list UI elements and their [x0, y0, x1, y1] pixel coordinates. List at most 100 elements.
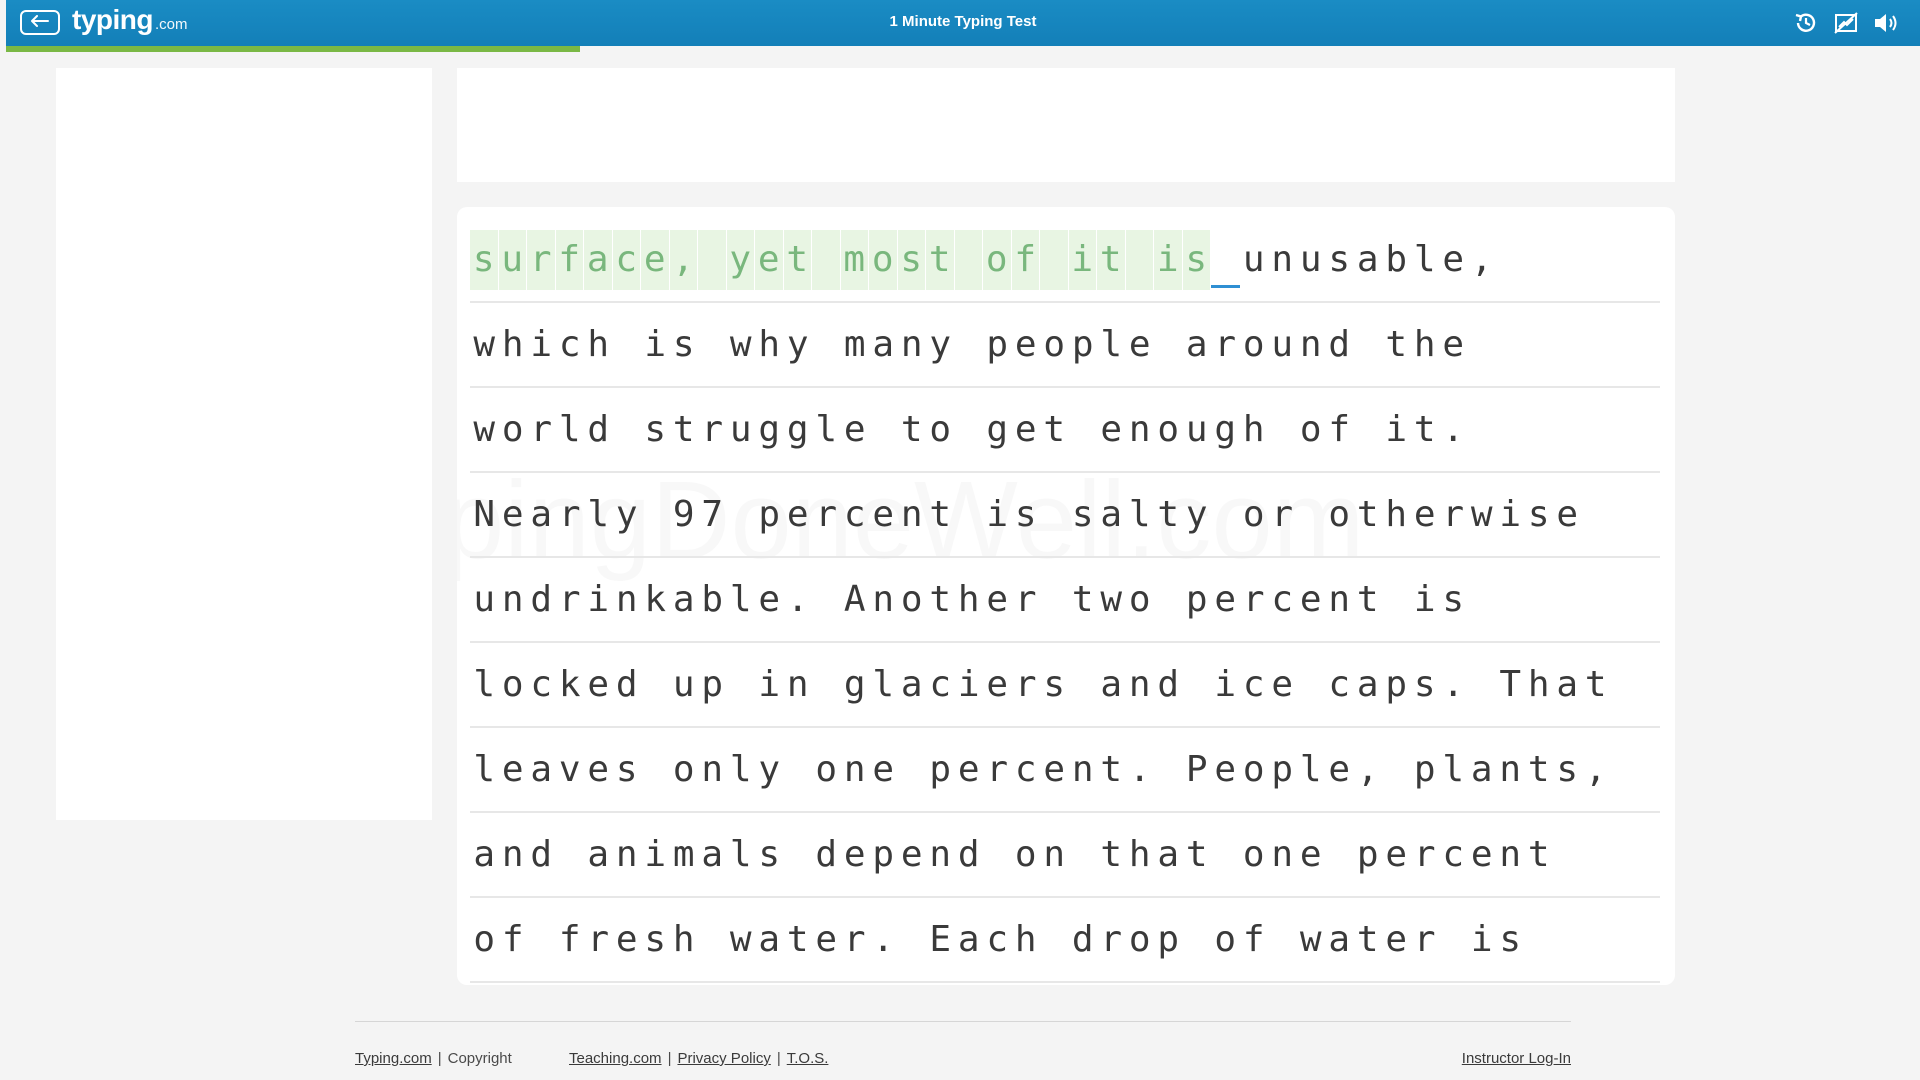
left-ad-panel: [56, 68, 432, 820]
pending-char: e: [843, 408, 866, 450]
pending-char: p: [701, 663, 724, 705]
pending-char: w: [1299, 918, 1322, 960]
pending-char: n: [872, 578, 895, 620]
footer-divider: [355, 1021, 1571, 1022]
pending-char: k: [644, 578, 667, 620]
pending-char: n: [1271, 833, 1294, 875]
typed-char: y: [726, 229, 755, 290]
pending-char: y: [1185, 493, 1208, 535]
pending-char: c: [558, 323, 581, 365]
pending-char: o: [1157, 408, 1180, 450]
text-line: which is why many people around the: [470, 303, 1660, 388]
pending-char: [1211, 825, 1240, 885]
pending-char: N: [473, 493, 496, 535]
pending-char: r: [815, 493, 838, 535]
pending-char: [613, 315, 642, 375]
pending-char: l: [1100, 323, 1123, 365]
typed-char: f: [555, 229, 584, 290]
pending-char: [1382, 740, 1411, 800]
pending-char: [1211, 485, 1240, 545]
pending-char: l: [1442, 748, 1465, 790]
page-title: 1 Minute Typing Test: [889, 13, 1037, 30]
pending-char: n: [615, 833, 638, 875]
pending-char: [613, 400, 642, 460]
pending-char: t: [1157, 493, 1180, 535]
pending-char: a: [900, 663, 923, 705]
history-icon[interactable]: [1792, 9, 1820, 37]
pending-char: [1468, 655, 1497, 715]
header-icons: [1792, 9, 1900, 37]
pending-char: n: [1271, 238, 1294, 280]
pending-char: p: [929, 748, 952, 790]
pending-char: s: [1071, 493, 1094, 535]
pending-char: h: [587, 323, 610, 365]
pending-char: e: [587, 748, 610, 790]
pending-char: r: [701, 408, 724, 450]
instructor-login-link[interactable]: Instructor Log-In: [1462, 1050, 1571, 1067]
pending-char: i: [1413, 578, 1436, 620]
pending-char: o: [501, 408, 524, 450]
privacy-policy-link[interactable]: Privacy Policy: [677, 1050, 770, 1067]
pending-char: n: [900, 493, 923, 535]
pending-char: [1069, 400, 1098, 460]
pending-char: [1183, 655, 1212, 715]
pending-char: s: [1328, 238, 1351, 280]
pending-char: y: [929, 323, 952, 365]
pending-char: a: [672, 578, 695, 620]
pending-char: [955, 400, 984, 460]
pending-char: o: [1214, 918, 1237, 960]
volume-icon[interactable]: [1872, 9, 1900, 37]
tos-link[interactable]: T.O.S.: [787, 1050, 829, 1067]
pending-char: t: [1527, 748, 1550, 790]
pending-char: p: [1157, 918, 1180, 960]
pending-char: o: [501, 663, 524, 705]
pending-char: i: [1214, 663, 1237, 705]
pending-char: y: [786, 323, 809, 365]
pending-char: d: [815, 833, 838, 875]
pending-char: l: [1299, 748, 1322, 790]
pending-char: r: [986, 748, 1009, 790]
pending-char: [527, 910, 556, 970]
pending-char: h: [1527, 663, 1550, 705]
pending-char: d: [615, 663, 638, 705]
pending-char: e: [957, 748, 980, 790]
pending-char: s: [1413, 663, 1436, 705]
pending-char: r: [843, 918, 866, 960]
pending-char: n: [1043, 833, 1066, 875]
pending-char: .: [1442, 408, 1465, 450]
pending-char: r: [1442, 493, 1465, 535]
pending-char: i: [587, 578, 610, 620]
pending-char: e: [587, 663, 610, 705]
pending-char: h: [1242, 408, 1265, 450]
pending-char: o: [1043, 323, 1066, 365]
pending-char: o: [672, 748, 695, 790]
typed-char: s: [1182, 229, 1211, 290]
typed-char: m: [840, 229, 869, 290]
hide-graph-icon[interactable]: [1832, 9, 1860, 37]
pending-char: n: [843, 748, 866, 790]
pending-char: i: [1470, 918, 1493, 960]
pending-char: c: [530, 663, 553, 705]
pending-char: g: [1214, 408, 1237, 450]
teaching-com-link[interactable]: Teaching.com: [569, 1050, 662, 1067]
pending-char: e: [986, 578, 1009, 620]
pending-char: r: [558, 578, 581, 620]
pending-char: u: [729, 408, 752, 450]
typed-char: [812, 229, 841, 290]
pending-char: w: [1100, 578, 1123, 620]
pending-char: [1268, 400, 1297, 460]
pending-char: p: [1413, 748, 1436, 790]
pending-char: e: [1385, 918, 1408, 960]
pending-char: e: [1128, 323, 1151, 365]
pending-char: e: [1271, 663, 1294, 705]
cursor-char: [1211, 230, 1240, 290]
typing-area[interactable]: TypingDoneWell.com surface, yet most of …: [457, 207, 1675, 985]
pending-char: t: [1527, 833, 1550, 875]
pending-char: i: [644, 323, 667, 365]
typing-com-link[interactable]: Typing.com: [355, 1050, 432, 1067]
pending-char: s: [1043, 663, 1066, 705]
current-line: surface, yet most of it is unusable,: [470, 218, 1660, 303]
pending-char: n: [1328, 578, 1351, 620]
pending-char: e: [1214, 748, 1237, 790]
pending-char: y: [615, 493, 638, 535]
